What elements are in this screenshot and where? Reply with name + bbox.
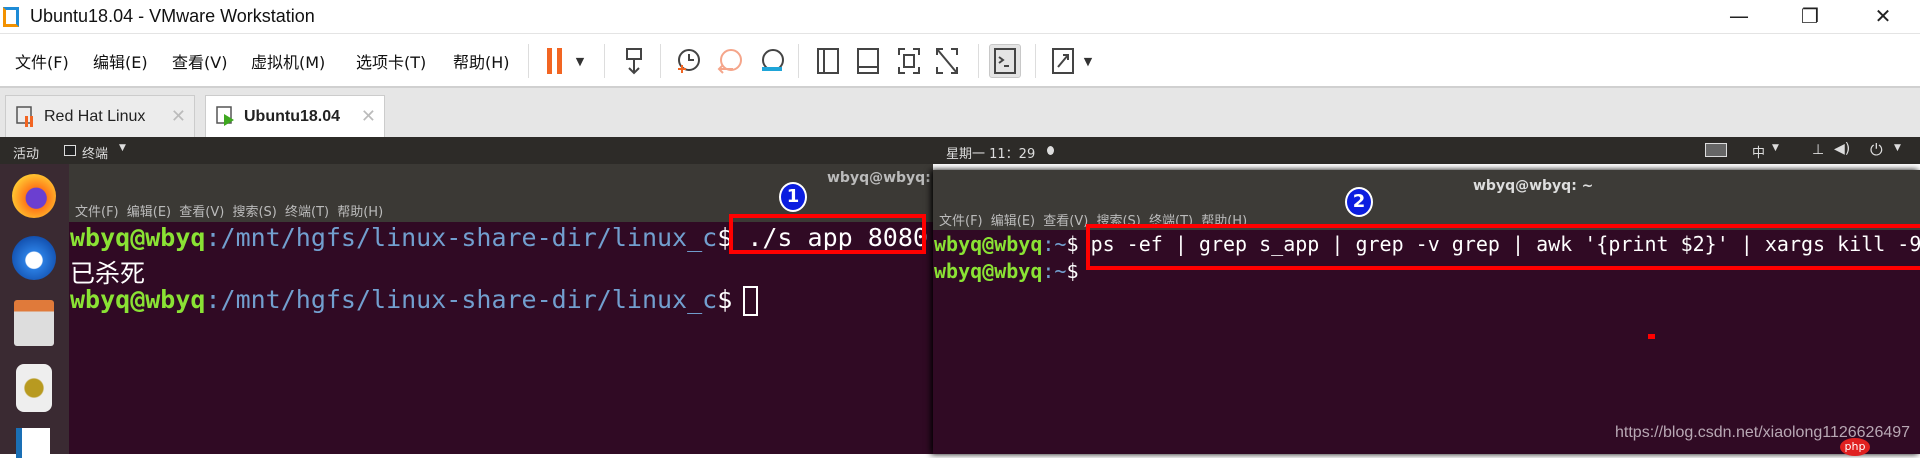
minimize-button[interactable]: — — [1724, 4, 1754, 28]
activities-button[interactable]: 活动 — [13, 143, 39, 162]
separator — [1035, 44, 1036, 78]
volume-icon[interactable]: ◀) — [1834, 141, 1850, 157]
prompt-user: wbyq@wbyq — [934, 259, 1043, 283]
separator — [660, 44, 661, 78]
prompt-path: :~ — [1042, 232, 1067, 256]
menu-toolbar: 文件(F) 编辑(E) 查看(V) 虚拟机(M) 选项卡(T) 帮助(H) ▼ … — [0, 34, 1920, 88]
terminal-menu: 文件(F) 编辑(E) 查看(V) 搜索(S) 终端(T) 帮助(H) — [75, 201, 383, 220]
chevron-down-icon[interactable]: ▼ — [119, 143, 126, 153]
snapshot-manager-icon[interactable] — [757, 46, 787, 76]
menu-terminal[interactable]: 终端(T) — [285, 205, 329, 220]
separator — [528, 44, 529, 78]
separator — [604, 44, 605, 78]
window-titlebar: Ubuntu18.04 - VMware Workstation — ❐ ✕ — [0, 0, 1920, 34]
files-icon[interactable] — [14, 300, 54, 346]
menu-view[interactable]: 查看(V) — [172, 49, 227, 73]
revert-snapshot-icon[interactable] — [715, 46, 745, 76]
terminal-title: wbyq@wbyq: ~ — [1473, 178, 1594, 194]
menu-vm[interactable]: 虚拟机(M) — [251, 49, 325, 73]
cursor — [743, 286, 758, 316]
chevron-down-icon[interactable]: ▼ — [1894, 143, 1901, 153]
prompt-path: :/mnt/hgfs/linux-share-dir/linux_c — [205, 223, 718, 252]
separator — [978, 44, 979, 78]
menu-view[interactable]: 查看(V) — [1043, 214, 1088, 229]
prompt-symbol: $ — [1066, 259, 1079, 283]
tab-label: Red Hat Linux — [44, 107, 146, 125]
menu-help[interactable]: 帮助(H) — [453, 49, 510, 73]
firefox-icon[interactable] — [12, 174, 56, 218]
prompt-path: :/mnt/hgfs/linux-share-dir/linux_c — [205, 285, 718, 314]
keyboard-icon[interactable] — [1705, 143, 1727, 157]
network-icon[interactable]: ⊥ — [1812, 142, 1824, 158]
prompt-user: wbyq@wbyq — [70, 223, 206, 252]
menu-file[interactable]: 文件(F) — [75, 205, 119, 220]
vm-running-icon — [216, 105, 234, 126]
snapshot-icon[interactable] — [673, 46, 703, 76]
menu-tabs[interactable]: 选项卡(T) — [356, 49, 426, 73]
vm-paused-icon — [16, 105, 33, 127]
terminal-line: wbyq@wbyq:/mnt/hgfs/linux-share-dir/linu… — [70, 285, 747, 314]
pause-icon[interactable] — [540, 46, 570, 76]
highlight-box-1 — [729, 214, 926, 254]
clock[interactable]: 星期一 11：29 — [946, 143, 1035, 162]
terminal-window-left[interactable]: wbyq@wbyq: / 文件(F) 编辑(E) 查看(V) 搜索(S) 终端(… — [69, 164, 941, 454]
terminal-line: wbyq@wbyq:~$ — [934, 259, 1079, 283]
tab-ubuntu1804[interactable]: Ubuntu18.04 ✕ — [205, 95, 385, 137]
terminal-title: wbyq@wbyq: / — [827, 170, 941, 186]
menu-edit[interactable]: 编辑(E) — [127, 205, 171, 220]
chevron-down-icon[interactable]: ▼ — [1772, 143, 1779, 153]
menu-file[interactable]: 文件(F) — [939, 214, 983, 229]
close-tab-icon[interactable]: ✕ — [361, 106, 376, 127]
menu-search[interactable]: 搜索(S) — [232, 205, 276, 220]
thunderbird-icon[interactable] — [12, 236, 56, 280]
tab-label: Ubuntu18.04 — [244, 107, 341, 125]
unity-mode-icon[interactable] — [932, 46, 962, 76]
chevron-down-icon[interactable]: ▼ — [1078, 46, 1098, 76]
php-logo: php — [1840, 438, 1870, 456]
annotation-badge-2: 2 — [1345, 187, 1373, 217]
send-ctrl-alt-del-icon[interactable] — [620, 46, 650, 76]
stretch-icon[interactable] — [1048, 46, 1078, 76]
watermark: https://blog.csdn.net/xiaolong1126626497 — [1615, 424, 1911, 441]
prompt-user: wbyq@wbyq — [934, 232, 1043, 256]
prompt-user: wbyq@wbyq — [70, 285, 206, 314]
prompt-path: :~ — [1042, 259, 1067, 283]
input-method-indicator[interactable]: 中 — [1752, 142, 1765, 161]
annotation-badge-1: 1 — [779, 182, 807, 212]
terminal-header: wbyq@wbyq: ~ 文件(F) 编辑(E) 查看(V) 搜索(S) 终端(… — [933, 170, 1920, 230]
app-menu-terminal[interactable]: 终端 — [82, 143, 108, 162]
menu-edit[interactable]: 编辑(E) — [93, 49, 148, 73]
red-marker — [1648, 334, 1655, 339]
rhythmbox-icon[interactable] — [16, 364, 52, 412]
separator — [798, 44, 799, 78]
close-button[interactable]: ✕ — [1868, 4, 1898, 28]
window-title: Ubuntu18.04 - VMware Workstation — [30, 6, 315, 26]
fullscreen-icon[interactable] — [894, 46, 924, 76]
highlight-box-2 — [1086, 224, 1920, 270]
tab-red-hat-linux[interactable]: Red Hat Linux ✕ — [5, 95, 195, 137]
terminal-app-icon — [64, 145, 76, 156]
sidebar-view-icon[interactable] — [813, 46, 843, 76]
ubuntu-dock — [0, 164, 69, 458]
menu-help[interactable]: 帮助(H) — [337, 205, 383, 220]
menu-file[interactable]: 文件(F) — [15, 49, 69, 73]
menu-edit[interactable]: 编辑(E) — [991, 214, 1035, 229]
ubuntu-top-bar: 活动 终端 ▼ 星期一 11：29 中 ▼ ⊥ ◀) ⏻ ▼ — [0, 137, 1920, 164]
notification-dot-icon — [1047, 146, 1054, 155]
menu-view[interactable]: 查看(V) — [179, 205, 224, 220]
chevron-down-icon[interactable]: ▼ — [570, 46, 590, 76]
console-view-icon[interactable] — [989, 44, 1021, 78]
vm-tab-strip: Red Hat Linux ✕ Ubuntu18.04 ✕ — [0, 88, 1920, 137]
terminal-window-right[interactable]: wbyq@wbyq: ~ 文件(F) 编辑(E) 查看(V) 搜索(S) 终端(… — [933, 170, 1920, 454]
power-icon[interactable]: ⏻ — [1870, 140, 1883, 160]
close-tab-icon[interactable]: ✕ — [171, 106, 186, 127]
restore-button[interactable]: ❐ — [1795, 4, 1825, 28]
thumbnail-view-icon[interactable] — [853, 46, 883, 76]
vmware-logo-icon — [3, 7, 19, 27]
